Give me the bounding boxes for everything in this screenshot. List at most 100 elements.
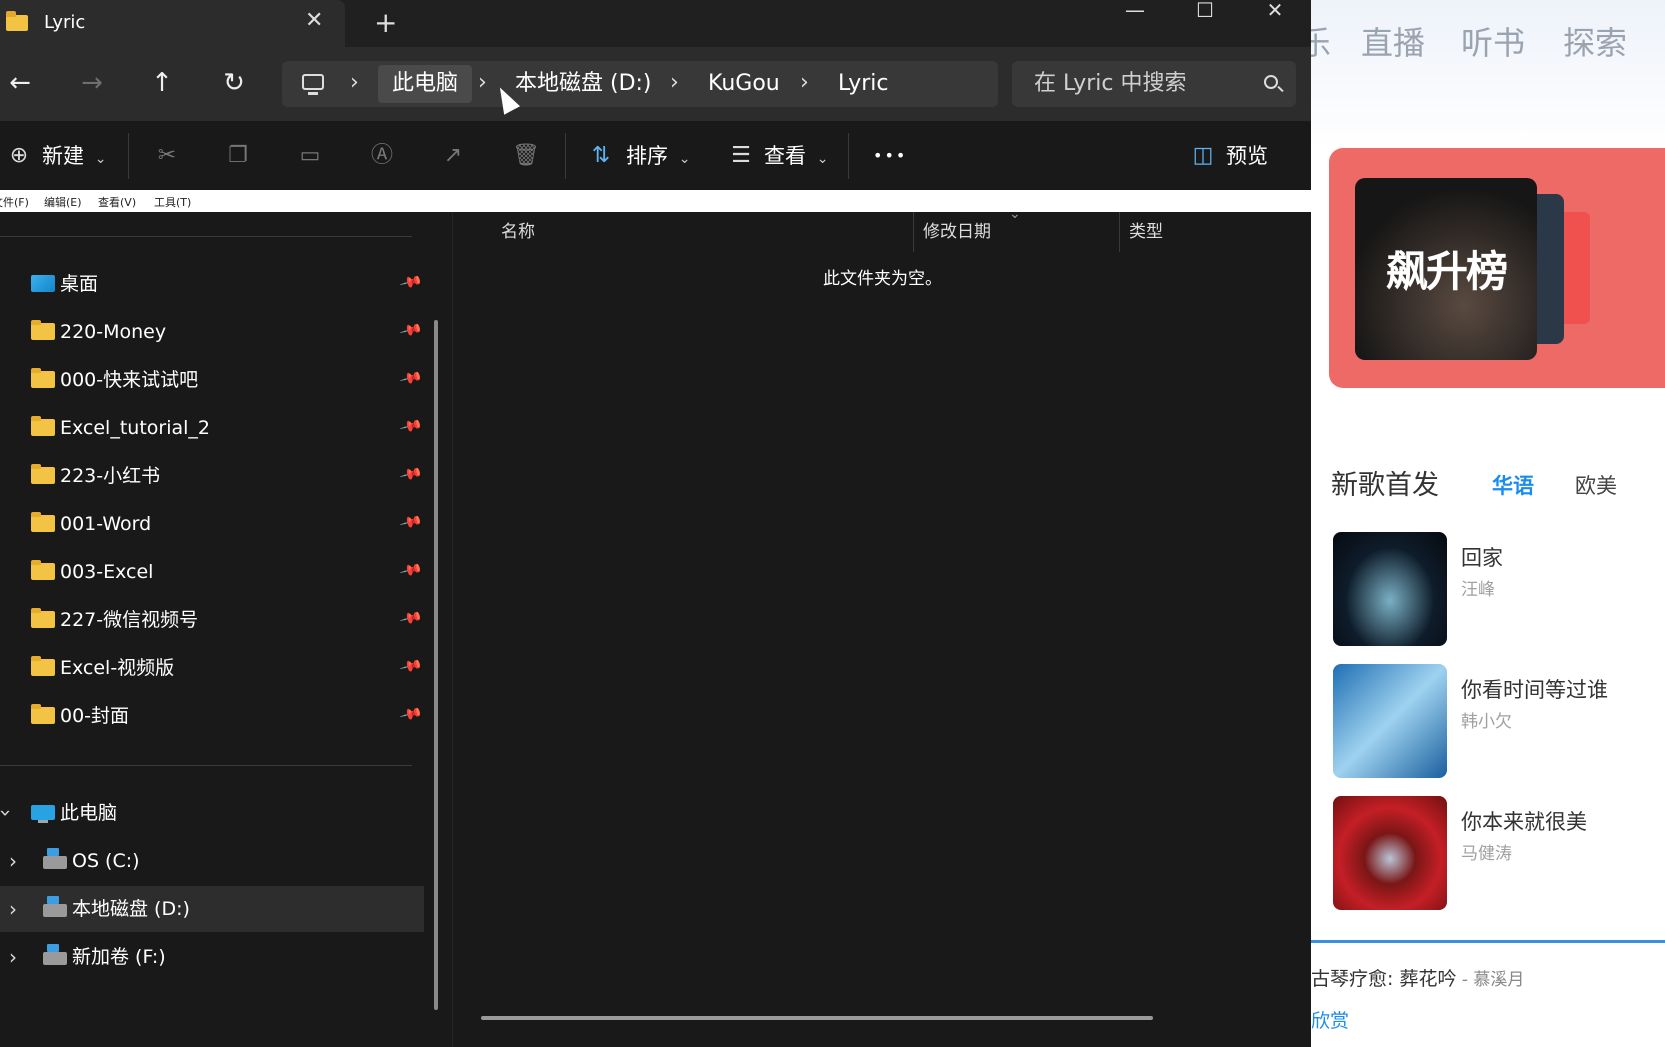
sidebar-item-220-money[interactable]: 220-Money 📌 bbox=[0, 309, 424, 355]
folder-icon bbox=[31, 608, 55, 628]
more-options-button[interactable]: ••• bbox=[873, 121, 907, 191]
horizontal-scrollbar[interactable] bbox=[481, 1016, 1153, 1020]
sidebar-scrollbar[interactable] bbox=[434, 320, 438, 1010]
sidebar-item-drive-d[interactable]: › 本地磁盘 (D:) bbox=[0, 886, 424, 932]
divider bbox=[0, 765, 412, 766]
toolbar-divider bbox=[128, 133, 129, 179]
sidebar-item-this-pc[interactable]: › 此电脑 bbox=[0, 790, 424, 836]
sidebar-item-227[interactable]: 227-微信视频号 📌 bbox=[0, 597, 424, 643]
pin-icon: 📌 bbox=[398, 605, 424, 631]
banner-cover: 飙升榜 bbox=[1355, 178, 1537, 360]
search-placeholder: 在 Lyric 中搜索 bbox=[1034, 71, 1187, 96]
forward-button[interactable]: → bbox=[74, 65, 110, 101]
address-bar[interactable]: › 此电脑 › 本地磁盘 (D:) › KuGou › Lyric bbox=[282, 61, 998, 107]
breadcrumb-this-pc[interactable]: 此电脑 bbox=[378, 65, 473, 103]
sidebar-item-001-word[interactable]: 001-Word 📌 bbox=[0, 501, 424, 547]
song-item[interactable]: 你看时间等过谁 韩小欠 bbox=[1333, 664, 1665, 778]
now-playing-sub[interactable]: 欣赏 bbox=[1311, 1006, 1349, 1033]
maximize-button[interactable]: ☐ bbox=[1170, 0, 1240, 22]
tab-lyric[interactable]: Lyric ✕ bbox=[0, 0, 345, 47]
kugou-header: 乐 直播 听书 探索 bbox=[1311, 0, 1665, 150]
sort-icon: ⇅ bbox=[591, 143, 611, 168]
column-divider[interactable] bbox=[1119, 212, 1120, 252]
nav-explore[interactable]: 探索 bbox=[1563, 18, 1627, 64]
tab-close-button[interactable]: ✕ bbox=[305, 8, 323, 33]
empty-folder-message: 此文件夹为空。 bbox=[823, 269, 942, 289]
up-button[interactable]: ↑ bbox=[144, 65, 180, 101]
sidebar-item-223[interactable]: 223-小红书 📌 bbox=[0, 453, 424, 499]
file-explorer-window: Lyric ✕ + — ☐ ✕ ← → ↑ ↻ › 此电脑 › 本地磁盘 (D:… bbox=[0, 0, 1311, 1047]
paste-icon[interactable]: ▭ bbox=[297, 143, 323, 169]
menu-file[interactable]: 文件(F) bbox=[0, 194, 29, 210]
sidebar-item-000[interactable]: 000-快来试试吧 📌 bbox=[0, 357, 424, 403]
chevron-right-icon[interactable]: › bbox=[9, 886, 17, 932]
add-circle-icon: ⊕ bbox=[9, 143, 29, 168]
new-button[interactable]: 新建 ⌄ bbox=[42, 121, 106, 191]
desktop-icon bbox=[31, 275, 55, 292]
nav-audiobook[interactable]: 听书 bbox=[1461, 18, 1525, 64]
rename-icon[interactable]: Ⓐ bbox=[369, 143, 395, 169]
breadcrumb-chevron-icon[interactable]: › bbox=[800, 61, 809, 107]
view-button-label: 查看 bbox=[764, 144, 806, 168]
progress-bar[interactable] bbox=[1311, 940, 1665, 943]
breadcrumb-chevron-icon[interactable]: › bbox=[350, 61, 359, 107]
menu-view[interactable]: 查看(V) bbox=[98, 194, 136, 210]
tab-chinese[interactable]: 华语 bbox=[1492, 470, 1534, 500]
tab-western[interactable]: 欧美 bbox=[1575, 470, 1617, 500]
close-window-button[interactable]: ✕ bbox=[1240, 0, 1310, 22]
sidebar-item-00-cover[interactable]: 00-封面 📌 bbox=[0, 693, 424, 739]
refresh-button[interactable]: ↻ bbox=[216, 65, 252, 101]
now-playing[interactable]: 古琴疗愈: 葬花吟 - 慕溪月 bbox=[1311, 964, 1524, 991]
column-divider[interactable] bbox=[913, 212, 914, 252]
column-header-modified[interactable]: 修改日期 bbox=[923, 212, 991, 252]
navigation-pane: 桌面 📌 220-Money 📌 000-快来试试吧 📌 Excel_tutor… bbox=[0, 214, 436, 1047]
song-artist: 马健涛 bbox=[1461, 844, 1512, 864]
delete-icon[interactable]: 🗑 bbox=[512, 143, 540, 169]
breadcrumb-kugou[interactable]: KuGou bbox=[708, 61, 780, 107]
chevron-right-icon[interactable]: › bbox=[9, 838, 17, 884]
new-tab-button[interactable]: + bbox=[374, 6, 397, 39]
sidebar-item-excel-tutorial[interactable]: Excel_tutorial_2 📌 bbox=[0, 405, 424, 451]
breadcrumb-drive-d[interactable]: 本地磁盘 (D:) bbox=[515, 61, 652, 107]
preview-button[interactable]: 预览 bbox=[1226, 121, 1268, 191]
sort-indicator-icon: ⌄ bbox=[1009, 206, 1021, 222]
sort-button-label: 排序 bbox=[626, 144, 668, 168]
breadcrumb-chevron-icon[interactable]: › bbox=[478, 61, 487, 107]
nav-live[interactable]: 直播 bbox=[1361, 18, 1425, 64]
nav-music[interactable]: 乐 bbox=[1311, 18, 1331, 64]
breadcrumb-lyric[interactable]: Lyric bbox=[838, 61, 889, 107]
song-item[interactable]: 你本来就很美 马健涛 bbox=[1333, 796, 1665, 910]
copy-icon[interactable]: ❐ bbox=[225, 143, 251, 169]
menu-tools[interactable]: 工具(T) bbox=[154, 194, 191, 210]
column-header-name[interactable]: 名称 bbox=[501, 212, 535, 252]
folder-icon bbox=[6, 11, 28, 31]
sidebar-item-003-excel[interactable]: 003-Excel 📌 bbox=[0, 549, 424, 595]
chevron-right-icon[interactable]: › bbox=[9, 934, 17, 980]
minimize-button[interactable]: — bbox=[1100, 0, 1170, 22]
song-item[interactable]: 回家 汪峰 bbox=[1333, 532, 1665, 646]
song-artist: 韩小欠 bbox=[1461, 712, 1512, 732]
column-header-type[interactable]: 类型 bbox=[1129, 212, 1163, 252]
chart-banner[interactable]: 飙升榜 bbox=[1329, 148, 1665, 388]
album-cover bbox=[1333, 532, 1447, 646]
sidebar-item-drive-f[interactable]: › 新加卷 (F:) bbox=[0, 934, 424, 980]
breadcrumb-chevron-icon[interactable]: › bbox=[670, 61, 679, 107]
share-icon[interactable]: ↗ bbox=[440, 143, 466, 169]
sidebar-item-drive-c[interactable]: › OS (C:) bbox=[0, 838, 424, 884]
sidebar-item-label: 新加卷 (F:) bbox=[72, 946, 166, 968]
drive-icon bbox=[43, 944, 67, 965]
chevron-down-icon[interactable]: › bbox=[0, 809, 29, 817]
back-button[interactable]: ← bbox=[2, 65, 38, 101]
desktop: Lyric ✕ + — ☐ ✕ ← → ↑ ↻ › 此电脑 › 本地磁盘 (D:… bbox=[0, 0, 1665, 1047]
menu-edit[interactable]: 编辑(E) bbox=[44, 194, 82, 210]
toolbar-divider bbox=[565, 133, 566, 179]
folder-icon bbox=[31, 560, 55, 580]
view-button[interactable]: 查看 ⌄ bbox=[764, 121, 828, 191]
sidebar-item-desktop[interactable]: 桌面 📌 bbox=[0, 261, 424, 307]
cut-icon[interactable]: ✂ bbox=[154, 143, 180, 169]
search-box[interactable]: 在 Lyric 中搜索 bbox=[1012, 61, 1296, 107]
pin-icon: 📌 bbox=[398, 461, 424, 487]
sort-button[interactable]: 排序 ⌄ bbox=[626, 121, 690, 191]
album-cover bbox=[1333, 664, 1447, 778]
sidebar-item-excel-video[interactable]: Excel-视频版 📌 bbox=[0, 645, 424, 691]
